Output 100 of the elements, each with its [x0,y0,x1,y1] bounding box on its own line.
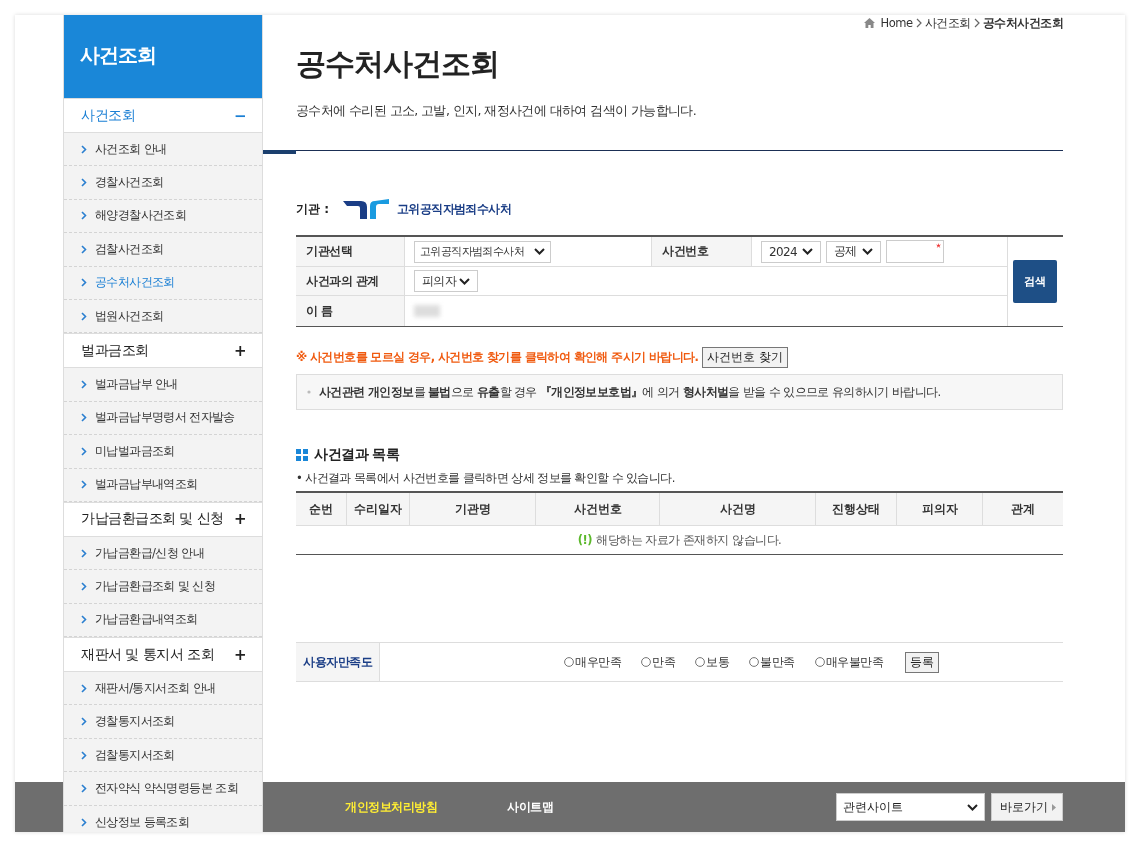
notice-text: ※ 사건번호를 모르실 경우, 사건번호 찾기를 클릭하여 확인해 주시기 바랍니다. [296,350,699,365]
dropdown[interactable]: 피의자 [414,270,478,292]
radio-button[interactable] [814,657,825,667]
chevron-icon [81,683,87,693]
column-header: 순번 [296,493,347,526]
toggle-sign: − [233,106,246,125]
chevron-icon [81,413,87,423]
chevron-icon [973,18,980,28]
menu-group[interactable]: 가납금환급조회 및 신청 + [64,501,262,537]
chevron-icon [81,244,87,254]
page-title: 공수처사건조회 [296,45,500,83]
agency-label: 기관 : [296,200,329,218]
go-button[interactable]: 바로가기 [991,793,1063,821]
empty-message: 해당하는 자료가 존재하지 않습니다. [596,532,782,548]
menu-item[interactable]: 경찰통지서조회 [64,705,262,739]
case-number-field[interactable] [886,240,944,263]
chevron-icon [81,211,87,221]
agency-name: 고위공직자범죄수사처 [397,200,511,218]
menu-item[interactable]: 재판서/통지서조회 안내 [64,672,262,706]
field-label: 이 름 [296,296,405,326]
chevron-icon [81,278,87,288]
radio-button[interactable] [749,657,759,667]
column-header: 진행상태 [816,493,897,526]
menu-item[interactable]: 공수처사건조회 [64,266,262,300]
chevron-icon [81,548,87,558]
radio-option[interactable]: 만족 [641,654,675,670]
redacted-name [414,305,440,317]
section-title: 사건결과 목록 [314,446,400,464]
menu-item[interactable]: 가납금환급조회 및 신청 [64,570,262,604]
chevron-icon [81,582,87,591]
submit-button[interactable]: 등록 [905,651,939,673]
find-case-number-button[interactable]: 사건번호 찾기 [702,347,788,368]
chevron-icon [81,380,87,390]
dropdown[interactable]: 공제 [826,240,881,263]
triangle-icon [1052,803,1056,811]
footer-link[interactable]: 사이트맵 [507,798,553,816]
column-header: 사건명 [660,493,816,526]
agency-logo-icon [343,199,389,219]
field-label: 사건과의 관계 [296,267,405,296]
column-header: 관계 [983,493,1063,526]
radio-button[interactable] [641,657,651,667]
radio-button[interactable] [564,657,574,667]
chevron-icon [81,817,87,827]
home-icon [863,18,875,28]
menu-item[interactable]: 벌과금납부내역조회 [64,468,262,502]
column-header: 피의자 [897,493,983,526]
menu-item[interactable]: 벌과금납부명령서 전자발송 [64,401,262,436]
chevron-icon [81,144,87,154]
chevron-icon [81,480,87,490]
radio-option[interactable]: 불만족 [749,654,795,670]
menu-item[interactable]: 신상정보 등록조회 [64,805,262,832]
chevron-icon [81,615,87,625]
caret-icon [967,803,978,811]
menu-item[interactable]: 검찰통지서조회 [64,738,262,773]
caret-icon [459,277,470,285]
grid-icon [296,449,308,461]
field-label: 기관선택 [296,237,405,267]
radio-option[interactable]: 매우불만족 [814,654,883,670]
footer-link[interactable]: 개인정보처리방침 [345,798,437,816]
menu-item[interactable]: 전자약식 약식명령등본 조회 [64,772,262,806]
column-header: 기관명 [410,493,536,526]
menu-item[interactable]: 미납벌과금조회 [64,435,262,469]
radio-option[interactable]: 매우만족 [564,654,621,670]
menu-group[interactable]: 사건조회 − [64,98,262,133]
toggle-sign: + [233,645,246,664]
field-label: 사건번호 [652,237,752,267]
required-icon [936,243,941,248]
menu-item[interactable]: 벌과금납부 안내 [64,368,262,402]
caret-icon [862,248,873,255]
section-hint: • 사건결과 목록에서 사건번호를 클릭하면 상세 정보를 확인할 수 있습니다. [296,471,676,486]
dropdown[interactable]: 고위공직자범죄수사처 [414,240,551,263]
chevron-icon [81,178,87,188]
column-header: 수리일자 [347,493,410,526]
breadcrumb-link[interactable]: 공수처사건조회 [982,15,1063,31]
menu-group[interactable]: 재판서 및 통지서 조회 + [64,637,262,673]
column-header: 사건번호 [536,493,660,526]
chevron-icon [81,750,87,760]
site-select[interactable]: 관련사이트 [836,793,985,821]
toggle-sign: + [233,510,246,529]
menu-item[interactable]: 가납금환급/신청 안내 [64,536,262,571]
toggle-sign: + [233,341,246,360]
chevron-icon [81,717,87,727]
radio-button[interactable] [695,657,705,667]
notice-mark: (!) [577,533,593,547]
page-description: 공수처에 수리된 고소, 고발, 인지, 재정사건에 대하여 검색이 가능합니다. [296,103,698,120]
sidebar-title: 사건조회 [64,15,262,98]
dropdown[interactable]: 2024 [761,240,821,263]
caret-icon [802,248,813,255]
menu-item[interactable]: 경찰사건조회 [64,166,262,200]
caret-icon [534,248,545,255]
chevron-icon [81,311,87,321]
search-button[interactable]: 검색 [1013,260,1057,303]
breadcrumb-link[interactable]: Home [880,16,913,30]
satisfaction-label: 사용자만족도 [296,643,380,681]
menu-item[interactable]: 해양경찰사건조회 [64,199,262,234]
menu-item[interactable]: 검찰사건조회 [64,233,262,267]
radio-option[interactable]: 보통 [695,654,729,670]
menu-group[interactable]: 벌과금조회 + [64,333,262,369]
breadcrumb-link[interactable]: 사건조회 [924,15,971,31]
menu-item[interactable]: 사건조회 안내 [64,133,262,167]
